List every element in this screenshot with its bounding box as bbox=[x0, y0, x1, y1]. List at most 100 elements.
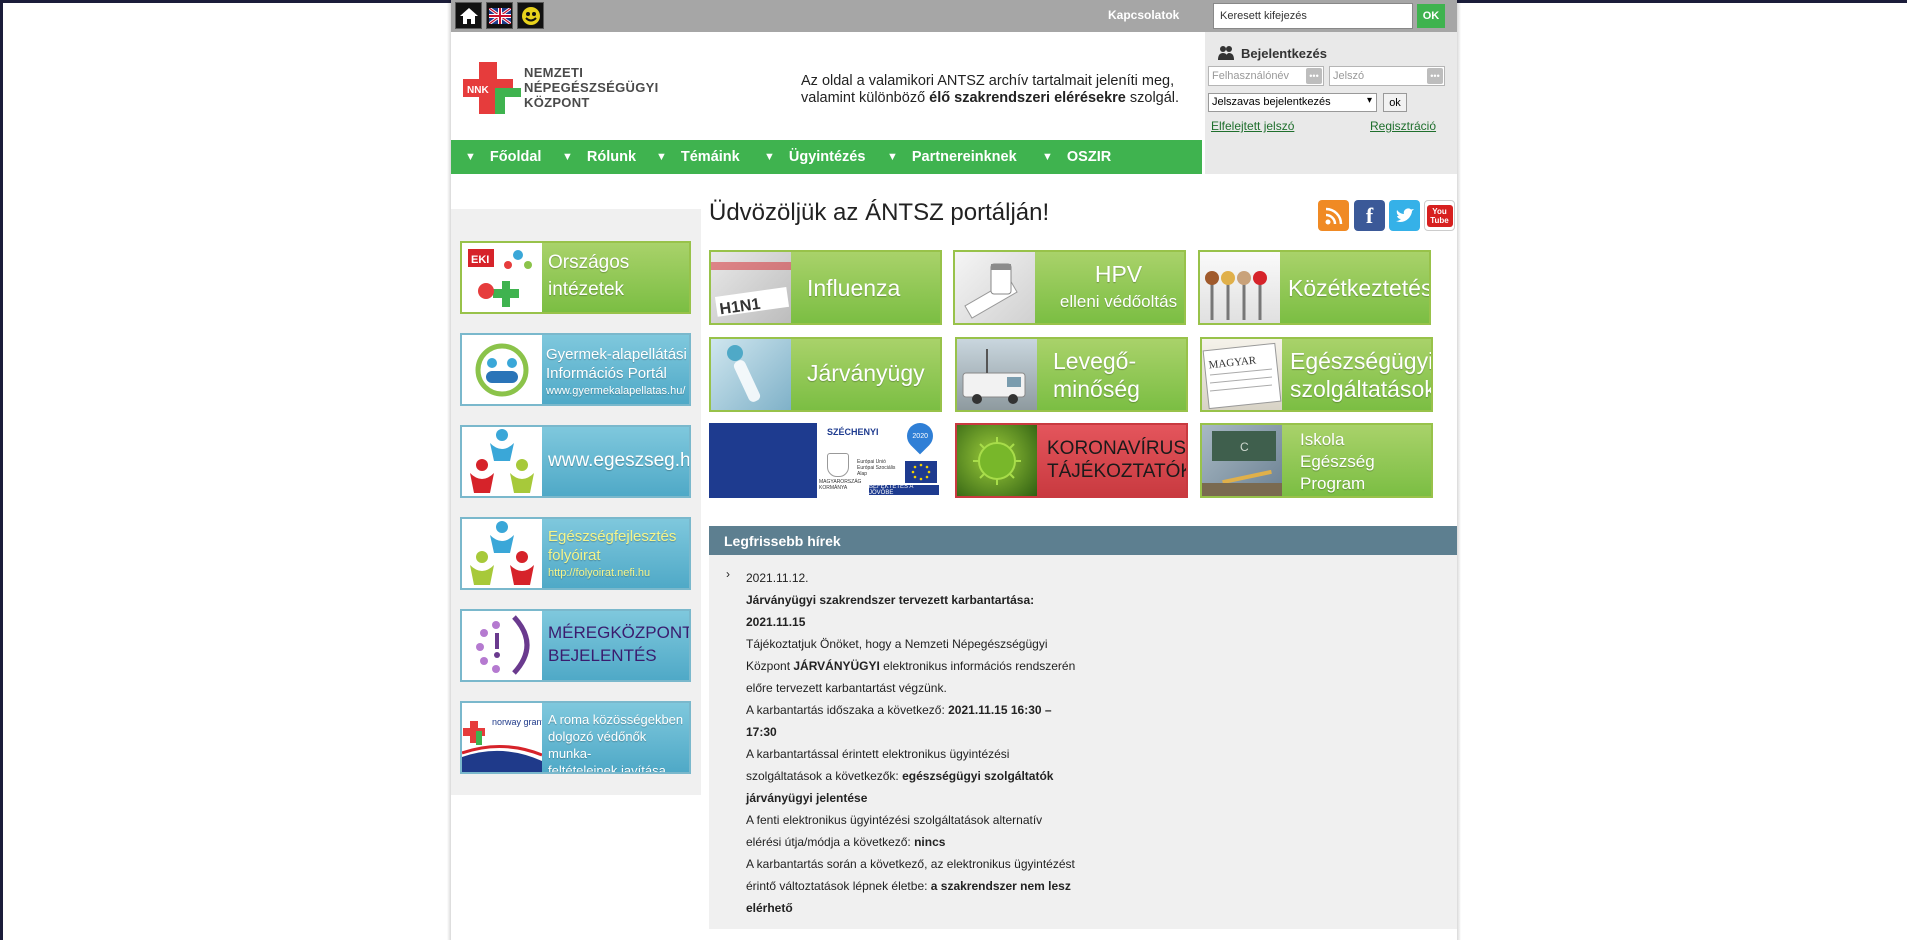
tile-levegominoseg[interactable]: Levegő-minőség bbox=[955, 337, 1188, 412]
triangle-down-icon: ▼ bbox=[764, 151, 775, 163]
sidebar-tile-roma-vedonok[interactable]: norway grants A roma közösségekben dolgoz… bbox=[460, 701, 691, 774]
logo-badge-text: NNK bbox=[467, 85, 489, 96]
tagline-line-2: valamint különböző élő szakrendszeri elé… bbox=[801, 90, 1191, 107]
tile-line: dolgozó védőnők munka- bbox=[548, 729, 647, 761]
tile-label: Iskola Egészség Program bbox=[1300, 429, 1375, 495]
news-text: A fenti elektronikus ügyintézési szolgál… bbox=[746, 813, 1043, 849]
forks-food-image-icon bbox=[1200, 252, 1280, 323]
school-image-icon: C bbox=[1202, 425, 1282, 496]
tile-koronavirus-tajekoztatok[interactable]: KORONAVÍRUS TÁJÉKOZTATÓK bbox=[955, 423, 1188, 498]
tile-line: intézetek bbox=[548, 279, 625, 300]
rss-icon[interactable] bbox=[1318, 200, 1349, 231]
norway-grants-icon: norway grants bbox=[462, 703, 549, 772]
contacts-link[interactable]: Kapcsolatok bbox=[1108, 8, 1179, 22]
uk-flag-icon[interactable] bbox=[486, 2, 513, 29]
logo-cross-icon: NNK bbox=[463, 62, 521, 114]
nav-item-partnereinknek[interactable]: ▼ Partnereinknek bbox=[887, 140, 1017, 174]
triangle-down-icon: ▼ bbox=[887, 151, 898, 163]
triangle-down-icon: ▼ bbox=[562, 151, 573, 163]
tile-label: Járványügy bbox=[807, 359, 925, 387]
tile-line: elleni védőoltás bbox=[1059, 292, 1178, 311]
main-nav: ▼ Főoldal ▼ Rólunk ▼ Témáink ▼ Ügyintézés ▼ P… bbox=[451, 140, 1202, 174]
triangle-down-icon: ▼ bbox=[1042, 151, 1053, 163]
facebook-icon[interactable]: f bbox=[1354, 200, 1385, 231]
login-title-text: Bejelentkezés bbox=[1241, 45, 1327, 61]
people-figures-icon bbox=[462, 519, 542, 588]
forgot-password-link[interactable]: Elfelejtett jelszó bbox=[1211, 119, 1294, 133]
logo-line: NEMZETI bbox=[524, 65, 584, 80]
tile-line: Közétkeztetés bbox=[1288, 275, 1431, 301]
nav-item-temaink[interactable]: ▼ Témáink bbox=[656, 140, 740, 174]
tile-influenza[interactable]: H1N1 Influenza bbox=[709, 250, 942, 325]
accessibility-icon[interactable] bbox=[517, 2, 544, 29]
page-title: Üdvözöljük az ÁNTSZ portálján! bbox=[709, 199, 1050, 226]
tile-kozetkeztetes[interactable]: Közétkeztetés bbox=[1198, 250, 1431, 325]
tile-line: Egészségfejlesztés bbox=[548, 528, 677, 545]
tile-jarvanyugy[interactable]: Járványügy bbox=[709, 337, 942, 412]
news-title[interactable]: Járványügyi szakrendszer tervezett karba… bbox=[746, 589, 1076, 633]
nav-item-oszir[interactable]: ▼ OSZIR bbox=[1042, 140, 1111, 174]
news-section-header: Legfrissebb hírek bbox=[709, 526, 1457, 555]
tile-label: KORONAVÍRUS TÁJÉKOZTATÓK bbox=[1047, 437, 1187, 483]
news-paragraph: Tájékoztatjuk Önöket, hogy a Nemzeti Nép… bbox=[746, 633, 1076, 699]
sidebar-tile-egeszsegfejlesztes[interactable]: Egészségfejlesztés folyóirat http://folyoi… bbox=[460, 517, 691, 590]
tile-line: feltételeinek javítása bbox=[548, 763, 666, 774]
tagline-line-1: Az oldal a valamikori ANTSZ archív tarta… bbox=[801, 73, 1175, 89]
sidebar-tile-label: A roma közösségekben dolgozó védőnők munk… bbox=[548, 711, 689, 774]
youtube-icon[interactable]: You Tube bbox=[1424, 200, 1455, 231]
nav-item-fooldal[interactable]: ▼ Főoldal bbox=[465, 140, 541, 174]
search-button[interactable]: OK bbox=[1417, 4, 1445, 28]
password-field[interactable]: Jelszó ••• bbox=[1329, 66, 1445, 86]
register-link[interactable]: Regisztráció bbox=[1370, 119, 1436, 133]
tile-label: Levegő-minőség bbox=[1053, 347, 1140, 403]
twitter-icon[interactable] bbox=[1389, 200, 1420, 231]
search-input[interactable]: Keresett kifejezés bbox=[1213, 3, 1413, 29]
tile-line: minőség bbox=[1053, 376, 1140, 402]
sidebar-tile-gyermek-alapellatas[interactable]: Gyermek-alapellátási Információs Portál ww… bbox=[460, 333, 691, 406]
tile-iskola-egeszseg-program[interactable]: C Iskola Egészség Program bbox=[1200, 423, 1433, 498]
eu-text: Európai Unió Európai Szociális Alap bbox=[857, 459, 896, 477]
news-item: 2021.11.12. Járványügyi szakrendszer ter… bbox=[746, 567, 1076, 919]
nav-label: Rólunk bbox=[586, 149, 637, 165]
tile-egeszsegugyi-szolgaltatasok[interactable]: MAGYAR Egészségügyi szolgáltatások bbox=[1200, 337, 1433, 412]
tile-line: www.egeszseg.hu bbox=[548, 450, 691, 471]
sidebar-tile-egeszseg[interactable]: www.egeszseg.hu bbox=[460, 425, 691, 498]
sidebar-tile-orszagos-intezetek[interactable]: EKI Országos intézetek bbox=[460, 241, 691, 314]
tagline-text: valamint különböző bbox=[801, 90, 930, 106]
tile-szechenyi-2020[interactable]: SZÉCHENYI 2020 Európai Unió Európai Szoc… bbox=[709, 423, 942, 498]
nav-item-rolunk[interactable]: ▼ Rólunk bbox=[562, 140, 636, 174]
eu-flag-icon bbox=[905, 461, 937, 483]
sidebar-tile-meregkozponti-bejelentes[interactable]: MÉREGKÖZPONTI BEJELENTÉS bbox=[460, 609, 691, 682]
sidebar-tile-label: MÉREGKÖZPONTI BEJELENTÉS bbox=[548, 621, 689, 667]
sidebar-divider bbox=[451, 200, 701, 209]
password-manager-icon[interactable]: ••• bbox=[1306, 68, 1322, 84]
nav-item-ugyintezes[interactable]: ▼ Ügyintézés bbox=[764, 140, 865, 174]
password-manager-icon[interactable]: ••• bbox=[1427, 68, 1443, 84]
tile-line: Levegő- bbox=[1053, 348, 1137, 374]
tile-hpv[interactable]: HPV elleni védőoltás bbox=[953, 250, 1186, 325]
tile-label: HPV elleni védőoltás bbox=[1051, 260, 1184, 316]
window-frame-left bbox=[0, 0, 3, 940]
tagline-bold: élő szakrendszeri elérésekre bbox=[929, 90, 1126, 106]
logo-line: KÖZPONT bbox=[524, 95, 590, 110]
login-ok-button[interactable]: ok bbox=[1383, 93, 1407, 112]
tile-line: Gyermek-alapellátási bbox=[546, 346, 687, 363]
news-paragraph: A fenti elektronikus ügyintézési szolgál… bbox=[746, 809, 1076, 853]
home-icon[interactable] bbox=[455, 2, 482, 29]
tile-line: Országos bbox=[548, 252, 630, 273]
tile-line: KORONAVÍRUS bbox=[1047, 438, 1187, 459]
page-container: Kapcsolatok Keresett kifejezés OK NNK NE… bbox=[451, 0, 1457, 940]
news-date: 2021.11.12. bbox=[746, 571, 809, 585]
sidebar-tile-label: Egészségfejlesztés folyóirat http://folyoi… bbox=[548, 527, 676, 581]
people-figures-icon bbox=[462, 427, 542, 496]
nav-label: OSZIR bbox=[1066, 149, 1112, 165]
tagline-text: szolgál. bbox=[1125, 90, 1180, 106]
tile-line: Egészség bbox=[1300, 452, 1375, 471]
syringe-image-icon: H1N1 bbox=[711, 252, 791, 323]
chevron-right-icon[interactable]: › bbox=[726, 567, 730, 581]
top-bar: Kapcsolatok Keresett kifejezés OK bbox=[451, 0, 1457, 32]
login-method-select[interactable]: Jelszavas bejelentkezés ▾ bbox=[1208, 93, 1377, 112]
site-tagline: Az oldal a valamikori ANTSZ archív tarta… bbox=[801, 73, 1191, 107]
username-field[interactable]: Felhasználónév ••• bbox=[1208, 66, 1324, 86]
tile-line: Egészségügyi bbox=[1290, 348, 1433, 374]
